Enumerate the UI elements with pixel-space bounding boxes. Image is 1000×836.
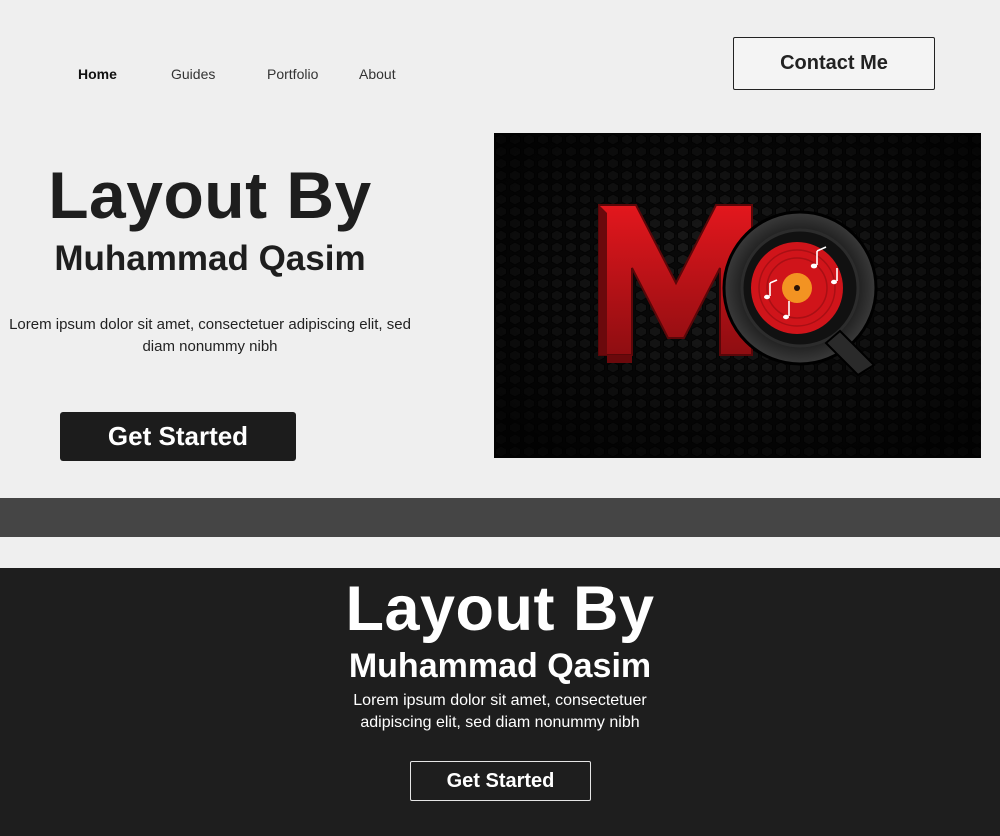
dark-get-started-button[interactable]: Get Started [410,761,591,801]
mq-logo-icon [494,133,981,458]
section-divider [0,498,1000,537]
hero-subtitle: Muhammad Qasim [54,239,366,278]
hero-title: Layout By [48,158,372,232]
dark-hero-title: Layout By [345,574,655,644]
hero-get-started-button[interactable]: Get Started [60,412,296,461]
nav-guides-link[interactable]: Guides [171,66,215,82]
dark-hero-subtitle: Muhammad Qasim [348,647,652,685]
top-navigation: Home Guides Portfolio About Contact Me [0,0,1000,110]
nav-portfolio-link[interactable]: Portfolio [267,66,318,82]
hero-logo-image [494,133,981,458]
nav-home-link[interactable]: Home [78,66,117,82]
nav-about-link[interactable]: About [359,66,396,82]
contact-me-button[interactable]: Contact Me [733,37,935,90]
dark-hero-description: Lorem ipsum dolor sit amet, consectetuer… [353,692,647,731]
hero-description: Lorem ipsum dolor sit amet, consectetuer… [9,316,411,355]
